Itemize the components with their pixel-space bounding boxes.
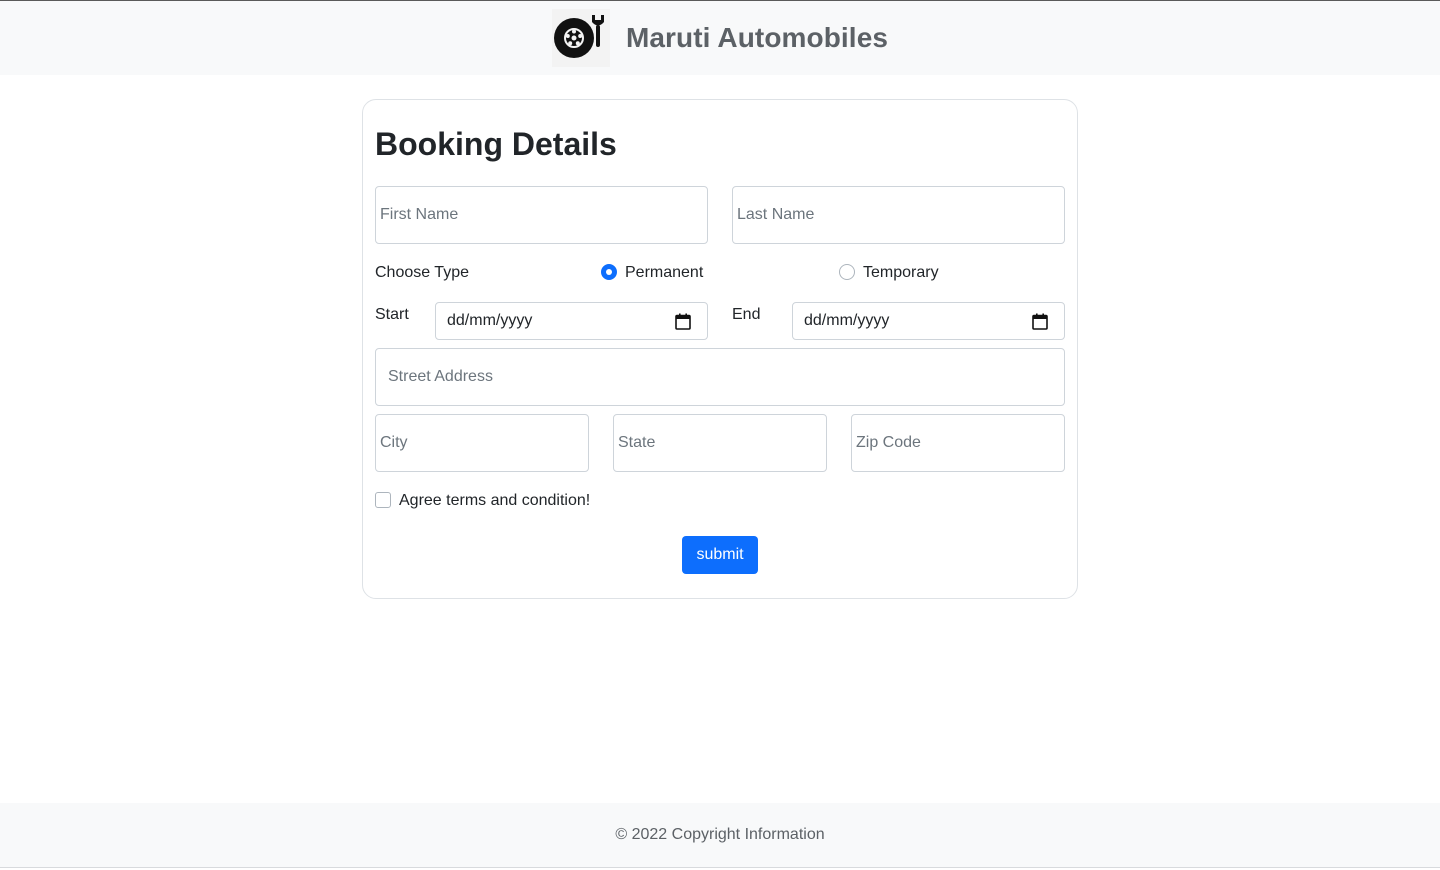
- first-name-input[interactable]: First Name: [375, 186, 708, 244]
- permanent-radio[interactable]: [601, 264, 617, 280]
- state-placeholder: State: [618, 434, 656, 451]
- navbar: Maruti Automobiles: [0, 1, 1440, 75]
- terms-label[interactable]: Agree terms and condition!: [399, 492, 590, 510]
- calendar-icon[interactable]: [1032, 313, 1048, 330]
- calendar-icon[interactable]: [675, 313, 691, 330]
- state-input[interactable]: State: [613, 414, 827, 472]
- booking-form-card: Booking Details First Name Last Name Cho…: [362, 99, 1078, 599]
- copyright-text: © 2022 Copyright Information: [615, 826, 825, 843]
- terms-checkbox[interactable]: [375, 492, 391, 508]
- street-address-input[interactable]: Street Address: [375, 348, 1065, 406]
- choose-type-label: Choose Type: [375, 264, 469, 281]
- start-date-placeholder: dd/mm/yyyy: [447, 312, 533, 329]
- end-date-placeholder: dd/mm/yyyy: [804, 312, 890, 329]
- submit-button[interactable]: submit: [682, 536, 758, 574]
- brand-name[interactable]: Maruti Automobiles: [626, 22, 888, 54]
- brand[interactable]: Maruti Automobiles: [551, 9, 888, 67]
- city-placeholder: City: [380, 434, 408, 451]
- street-address-placeholder: Street Address: [388, 368, 493, 385]
- city-input[interactable]: City: [375, 414, 589, 472]
- zip-code-placeholder: Zip Code: [856, 434, 921, 451]
- end-date-input[interactable]: dd/mm/yyyy: [792, 302, 1065, 340]
- first-name-placeholder: First Name: [380, 206, 459, 223]
- permanent-label[interactable]: Permanent: [625, 264, 703, 282]
- start-date-input[interactable]: dd/mm/yyyy: [435, 302, 708, 340]
- last-name-placeholder: Last Name: [737, 206, 815, 223]
- wheel-wrench-icon: [551, 9, 610, 67]
- temporary-label[interactable]: Temporary: [863, 264, 939, 282]
- zip-code-input[interactable]: Zip Code: [851, 414, 1065, 472]
- form-title: Booking Details: [375, 126, 617, 162]
- temporary-radio[interactable]: [839, 264, 855, 280]
- bottom-border: [0, 867, 1440, 868]
- footer: © 2022 Copyright Information: [0, 803, 1440, 867]
- end-label: End: [732, 306, 761, 323]
- start-label: Start: [375, 306, 409, 323]
- last-name-input[interactable]: Last Name: [732, 186, 1065, 244]
